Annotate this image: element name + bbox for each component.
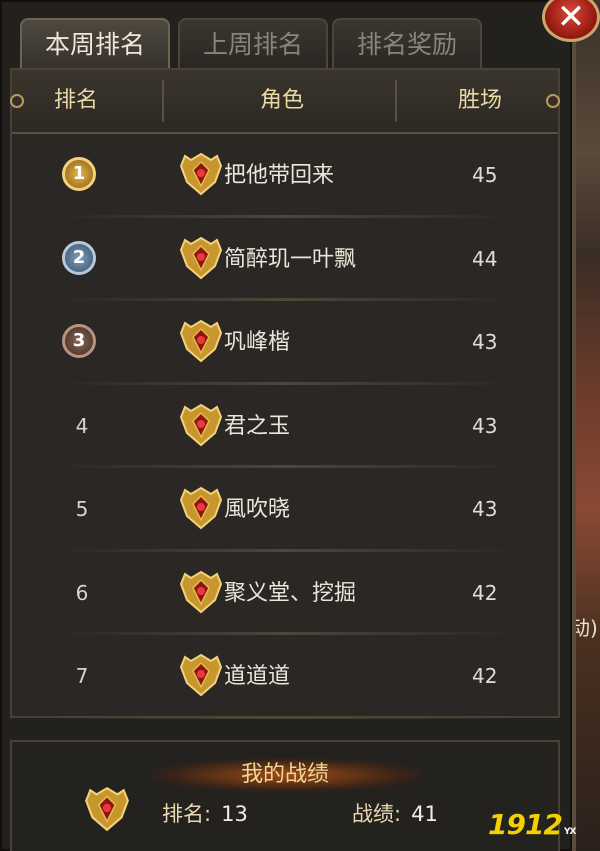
player-name: 巩峰楷 [224,330,291,355]
close-icon: ✕ [556,0,586,37]
win-count: 42 [472,664,498,688]
win-count: 42 [472,580,498,605]
table-row[interactable]: 3 巩峰楷 43 [12,301,558,385]
table-row[interactable]: 5 風吹晓 43 [12,468,558,552]
win-count: 45 [472,163,498,187]
rank-number: 7 [75,664,89,688]
bronze-medal-icon: 3 [62,324,96,358]
silver-medal-icon: 2 [62,240,96,275]
my-rank: 排名: 13 [162,798,248,828]
my-score: 战绩: 41 [352,798,438,828]
player-name: 聚义堂、挖掘 [224,580,357,606]
win-count: 43 [472,497,498,521]
player-name: 简醉玑一叶飘 [224,246,357,272]
win-count: 43 [472,413,498,438]
rank-number: 4 [75,413,89,438]
rank-emblem-icon [179,653,223,697]
ranking-panel: 本周排名 上周排名 排名奖励 排名 角色 胜场 1 把他带回来 45 2 简醉玑一叶飘 4… [0,0,576,851]
header-divider [395,80,397,122]
logo-text: 1912 [488,808,563,841]
rank-number: 6 [75,580,89,605]
my-record-panel: 我的战绩 排名: 13 战绩: 41 [10,740,560,851]
rank-emblem-icon [179,403,223,446]
rank-emblem-icon [179,486,223,530]
table-row[interactable]: 1 把他带回来 45 [12,134,558,218]
my-score-value: 41 [411,802,438,826]
player-name: 君之玉 [224,413,291,439]
ranking-rows: 1 把他带回来 45 2 简醉玑一叶飘 44 3 巩峰楷 43 4 君之玉 43 5 風吹晓 43 6 聚义堂、… [12,134,558,719]
table-row[interactable]: 6 聚义堂、挖掘 42 [12,552,558,636]
rank-emblem-icon [179,152,223,196]
rank-emblem-icon [85,786,129,832]
header-rank: 排名 [54,88,99,113]
gold-medal-icon: 1 [62,157,96,191]
ornament-icon [10,94,24,108]
tab-this-week[interactable]: 本周排名 [20,18,170,68]
tab-rank-rewards[interactable]: 排名奖励 [332,18,482,68]
win-count: 43 [472,330,498,354]
my-rank-label: 排名: [162,802,212,826]
table-row[interactable]: 7 道道道 42 [12,635,558,719]
rank-number: 5 [75,497,89,521]
rank-emblem-icon [179,319,223,363]
header-wins: 胜场 [458,88,503,113]
header-role: 角色 [260,88,305,113]
my-rank-value: 13 [221,802,248,826]
win-count: 44 [472,246,498,271]
rank-emblem-icon [179,236,223,279]
table-row[interactable]: 4 君之玉 43 [12,385,558,469]
player-name: 風吹晓 [224,497,291,522]
header-divider [162,80,164,122]
table-header: 排名 角色 胜场 [10,70,560,134]
site-logo: 1912 YX [488,808,577,841]
ornament-icon [546,94,560,108]
player-name: 道道道 [224,664,291,689]
my-score-label: 战绩: [352,802,402,826]
player-name: 把他带回来 [224,163,335,188]
ranking-table: 排名 角色 胜场 1 把他带回来 45 2 简醉玑一叶飘 44 3 巩峰楷 43 4 君之玉 43 5 風… [10,68,560,719]
tab-bar: 本周排名 上周排名 排名奖励 [20,18,490,70]
rank-emblem-icon [179,570,223,613]
logo-sub: YX [563,827,577,837]
tab-last-week[interactable]: 上周排名 [178,18,328,68]
table-row[interactable]: 2 简醉玑一叶飘 44 [12,218,558,302]
